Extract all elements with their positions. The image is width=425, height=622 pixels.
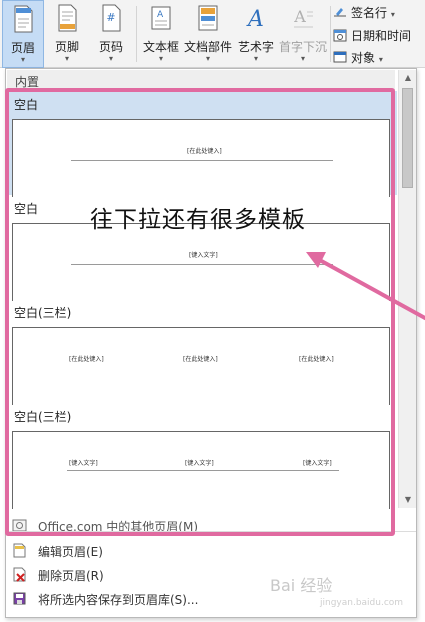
page-number-button[interactable]: # 页码 ▾ — [90, 0, 132, 68]
footer-icon — [58, 4, 77, 32]
template-name: 空白 — [14, 98, 39, 112]
gallery-scrollbar[interactable]: ▲ ▼ — [398, 70, 416, 508]
text-box-icon: A — [151, 6, 171, 30]
section-title: 内置 — [15, 75, 40, 89]
text-box-button[interactable]: A 文本框 ▾ — [140, 0, 182, 68]
template-name: 空白(三栏) — [14, 410, 72, 424]
placeholder-text: [在此处键入] — [69, 356, 104, 363]
drop-cap-icon: A — [293, 7, 313, 28]
template-name: 空白(三栏) — [14, 306, 72, 320]
ribbon-separator — [136, 6, 137, 62]
template-preview: [键入文字] — [12, 223, 390, 301]
remove-header-menu-item[interactable]: 删除页眉(R) — [6, 563, 416, 585]
footer-button[interactable]: 页脚 ▾ — [46, 0, 88, 68]
wordart-button[interactable]: A 艺术字 ▾ — [236, 0, 276, 68]
ribbon-insert-tab: 页眉 ▾ 页脚 ▾ # 页码 ▾ A 文本框 ▾ 文档部件 ▾ A 艺术字 ▾ … — [0, 0, 425, 68]
ribbon-separator — [330, 6, 331, 62]
scroll-down-arrow-icon[interactable]: ▼ — [399, 492, 417, 508]
placeholder-text: [在此处键入] — [183, 356, 218, 363]
annotation-text: 往下拉还有很多模板 — [90, 207, 306, 233]
quick-parts-icon — [198, 5, 218, 31]
gallery-section-header: 内置 — [7, 70, 395, 90]
placeholder-text: [键入文字] — [69, 460, 98, 467]
gallery-item-blank-three-column[interactable]: 空白(三栏) [在此处键入] [在此处键入] [在此处键入] — [7, 299, 397, 405]
placeholder-text: [键入文字] — [303, 460, 332, 467]
edit-header-menu-item[interactable]: 编辑页眉(E) — [6, 539, 416, 561]
wordart-icon: A — [246, 7, 264, 32]
object-button[interactable]: 对象 ▾ — [333, 48, 425, 66]
placeholder-text: [在此处键入] — [299, 356, 334, 363]
more-headers-office-online[interactable]: Office.com 中的其他页眉(M) — [6, 514, 416, 536]
watermark-logo: Bai 经验 — [270, 576, 333, 595]
date-time-button[interactable]: 日期和时间 — [333, 26, 425, 44]
signature-line-icon — [334, 8, 346, 17]
object-icon — [333, 51, 347, 63]
gallery-item-blank-three-column[interactable]: 空白(三栏) [键入文字] [键入文字] [键入文字] — [7, 403, 397, 509]
save-selection-icon — [13, 592, 26, 605]
svg-text:A: A — [157, 10, 164, 20]
header-rule — [67, 470, 339, 471]
template-name: 空白 — [14, 202, 39, 216]
header-gallery: 空白 [在此处键入] 空白 [键入文字] 空白(三栏) [在此处键入] [在此处… — [7, 91, 397, 509]
drop-cap-button[interactable]: A 首字下沉 ▾ — [278, 0, 328, 68]
header-rule — [71, 160, 333, 161]
date-time-icon — [333, 29, 347, 42]
scroll-up-arrow-icon[interactable]: ▲ — [399, 70, 417, 86]
placeholder-text: [键入文字] — [185, 460, 214, 467]
quick-parts-button[interactable]: 文档部件 ▾ — [184, 0, 232, 68]
remove-header-icon — [13, 567, 26, 582]
placeholder-text: [键入文字] — [189, 252, 218, 259]
page-number-icon: # — [102, 4, 121, 32]
svg-text:#: # — [106, 11, 115, 24]
placeholder-text: [在此处键入] — [187, 148, 222, 155]
template-preview: [在此处键入] [在此处键入] [在此处键入] — [12, 327, 390, 405]
header-icon — [14, 5, 33, 33]
edit-header-icon — [13, 543, 26, 558]
header-button[interactable]: 页眉 ▾ — [2, 0, 44, 68]
header-rule — [71, 264, 333, 265]
template-preview: [在此处键入] — [12, 119, 390, 197]
menu-divider — [6, 531, 416, 532]
header-gallery-dropdown: 内置 空白 [在此处键入] 空白 [键入文字] 空白(三栏) [在此处键入] [… — [5, 68, 417, 618]
template-preview: [键入文字] [键入文字] [键入文字] — [12, 431, 390, 509]
signature-line-button[interactable]: 签名行 ▾ — [333, 3, 425, 21]
svg-text:A: A — [293, 7, 306, 26]
watermark-url: jingyan.baidu.com — [320, 598, 404, 608]
gallery-item-blank[interactable]: 空白 [在此处键入] — [7, 91, 397, 197]
svg-text:A: A — [246, 7, 264, 32]
scroll-thumb[interactable] — [402, 88, 413, 188]
